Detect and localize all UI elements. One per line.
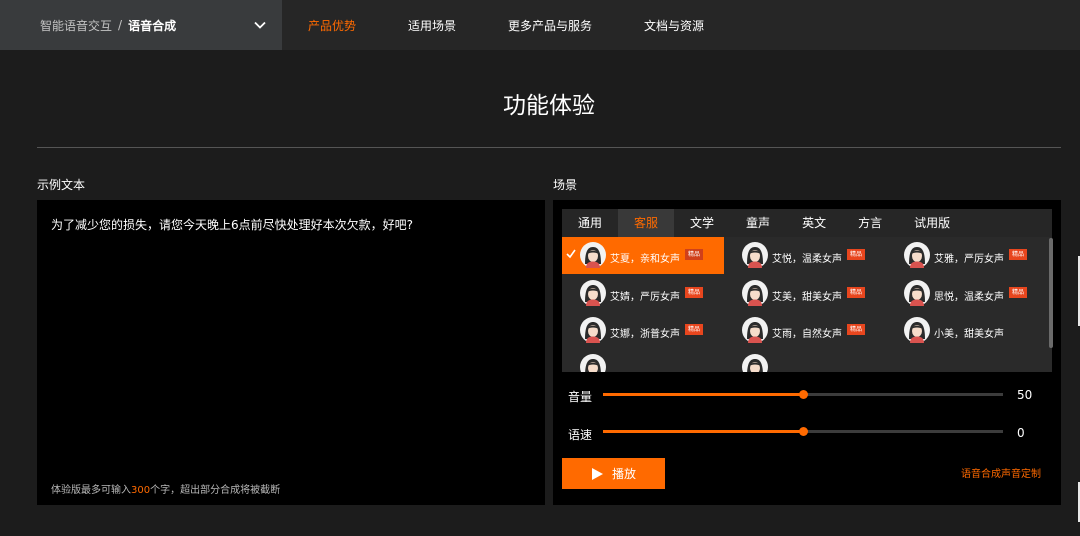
voice-name: 艾雨，自然女声 bbox=[772, 329, 842, 340]
premium-badge: 精品 bbox=[847, 287, 866, 298]
volume-value: 50 bbox=[1017, 388, 1033, 402]
nav-item-product-advantages[interactable]: 产品优势 bbox=[308, 17, 356, 34]
tab-child-voice[interactable]: 童声 bbox=[730, 209, 786, 237]
voice-option[interactable]: 艾婧，严厉女声 精品 bbox=[562, 275, 724, 312]
premium-badge: 精品 bbox=[685, 287, 704, 298]
avatar bbox=[580, 317, 606, 343]
top-navigation-bar: 智能语音交互 / 语音合成 产品优势 适用场景 更多产品与服务 文档与资源 bbox=[0, 0, 1080, 50]
voice-option[interactable]: 艾悦，温柔女声 精品 bbox=[724, 237, 886, 274]
scene-panel: 通用 客服 文学 童声 英文 方言 试用版 艾夏，亲和女声 精品 艾悦，温柔女声 精品… bbox=[553, 200, 1061, 505]
check-icon bbox=[566, 249, 576, 259]
speed-handle[interactable] bbox=[799, 427, 808, 436]
voice-option[interactable]: 艾美，甜美女声 精品 bbox=[724, 275, 886, 312]
breadcrumb-parent[interactable]: 智能语音交互 bbox=[40, 17, 112, 34]
title-divider bbox=[37, 147, 1061, 148]
avatar bbox=[580, 354, 606, 372]
avatar bbox=[580, 280, 606, 306]
avatar bbox=[742, 354, 768, 372]
avatar bbox=[742, 317, 768, 343]
sample-text-label: 示例文本 bbox=[37, 178, 86, 192]
play-label: 播放 bbox=[612, 467, 637, 481]
main-nav: 产品优势 适用场景 更多产品与服务 文档与资源 bbox=[308, 0, 756, 50]
nav-item-scenarios[interactable]: 适用场景 bbox=[408, 17, 456, 34]
page-title: 功能体验 bbox=[503, 93, 595, 119]
breadcrumb-current: 语音合成 bbox=[128, 18, 177, 33]
voice-name: 思悦，温柔女声 bbox=[934, 292, 1004, 303]
scene-tabs: 通用 客服 文学 童声 英文 方言 试用版 bbox=[562, 209, 1052, 237]
nav-item-more-products[interactable]: 更多产品与服务 bbox=[508, 17, 592, 34]
volume-fill bbox=[603, 393, 803, 396]
voice-option[interactable]: 思悦，温柔女声 精品 bbox=[886, 275, 1048, 312]
tab-dialect[interactable]: 方言 bbox=[842, 209, 898, 237]
premium-badge: 精品 bbox=[1009, 249, 1028, 260]
premium-badge: 精品 bbox=[685, 324, 704, 335]
avatar bbox=[742, 280, 768, 306]
voice-name: 艾美，甜美女声 bbox=[772, 292, 842, 303]
premium-badge: 精品 bbox=[1009, 287, 1028, 298]
voice-name: 艾娜，浙普女声 bbox=[610, 329, 680, 340]
avatar bbox=[904, 317, 930, 343]
sample-text-area[interactable]: 为了减少您的损失，请您今天晚上6点前尽快处理好本次欠款，好吧? 体验版最多可输入… bbox=[37, 200, 545, 505]
speed-slider[interactable] bbox=[603, 427, 1003, 436]
avatar bbox=[580, 242, 606, 268]
tab-trial[interactable]: 试用版 bbox=[898, 209, 966, 237]
volume-label: 音量 bbox=[568, 390, 593, 404]
premium-badge: 精品 bbox=[685, 249, 704, 260]
char-limit-note: 体验版最多可输入300个字，超出部分合成将被截断 bbox=[51, 481, 280, 496]
voice-option[interactable]: 艾夏，亲和女声 精品 bbox=[562, 237, 724, 274]
voice-option-partial[interactable] bbox=[724, 349, 886, 372]
voice-name: 艾婧，严厉女声 bbox=[610, 292, 680, 303]
speed-value: 0 bbox=[1017, 426, 1025, 440]
avatar bbox=[742, 242, 768, 268]
speed-label: 语速 bbox=[568, 428, 593, 442]
tab-literature[interactable]: 文学 bbox=[674, 209, 730, 237]
voice-customization-link[interactable]: 语音合成声音定制 bbox=[961, 465, 1041, 480]
voice-name: 艾夏，亲和女声 bbox=[610, 254, 680, 265]
play-button[interactable]: 播放 bbox=[562, 458, 665, 489]
volume-slider[interactable] bbox=[603, 390, 1003, 399]
breadcrumb[interactable]: 智能语音交互 / 语音合成 bbox=[0, 0, 282, 50]
avatar bbox=[904, 242, 930, 268]
premium-badge: 精品 bbox=[847, 249, 866, 260]
tab-customer-service[interactable]: 客服 bbox=[618, 209, 675, 237]
premium-badge: 精品 bbox=[847, 324, 866, 335]
voice-list-scrollbar[interactable] bbox=[1049, 238, 1053, 348]
voice-option[interactable]: 艾娜，浙普女声 精品 bbox=[562, 312, 724, 349]
voice-name: 艾悦，温柔女声 bbox=[772, 254, 842, 265]
voice-option[interactable]: 艾雨，自然女声 精品 bbox=[724, 312, 886, 349]
avatar bbox=[904, 280, 930, 306]
voice-option-partial[interactable] bbox=[562, 349, 724, 372]
voice-list[interactable]: 艾夏，亲和女声 精品 艾悦，温柔女声 精品 艾雅，严厉女声 精品 艾婧，严厉女声 精品 艾美，甜… bbox=[562, 237, 1052, 372]
chevron-down-icon[interactable] bbox=[252, 17, 268, 33]
sample-text[interactable]: 为了减少您的损失，请您今天晚上6点前尽快处理好本次欠款，好吧? bbox=[51, 216, 413, 233]
voice-option[interactable]: 艾雅，严厉女声 精品 bbox=[886, 237, 1048, 274]
note-suffix: 个字，超出部分合成将被截断 bbox=[150, 485, 281, 496]
voice-name: 小美，甜美女声 bbox=[934, 329, 1004, 340]
scene-label: 场景 bbox=[553, 178, 578, 192]
nav-item-docs[interactable]: 文档与资源 bbox=[644, 17, 704, 34]
voice-name: 艾雅，严厉女声 bbox=[934, 254, 1004, 265]
volume-handle[interactable] bbox=[799, 390, 808, 399]
note-count: 300 bbox=[131, 485, 151, 496]
note-prefix: 体验版最多可输入 bbox=[51, 485, 131, 496]
breadcrumb-separator: / bbox=[118, 18, 123, 32]
voice-option[interactable]: 小美，甜美女声 bbox=[886, 312, 1048, 349]
tab-english[interactable]: 英文 bbox=[786, 209, 842, 237]
speed-fill bbox=[603, 430, 803, 433]
tab-general[interactable]: 通用 bbox=[562, 209, 618, 237]
play-icon bbox=[592, 468, 603, 480]
